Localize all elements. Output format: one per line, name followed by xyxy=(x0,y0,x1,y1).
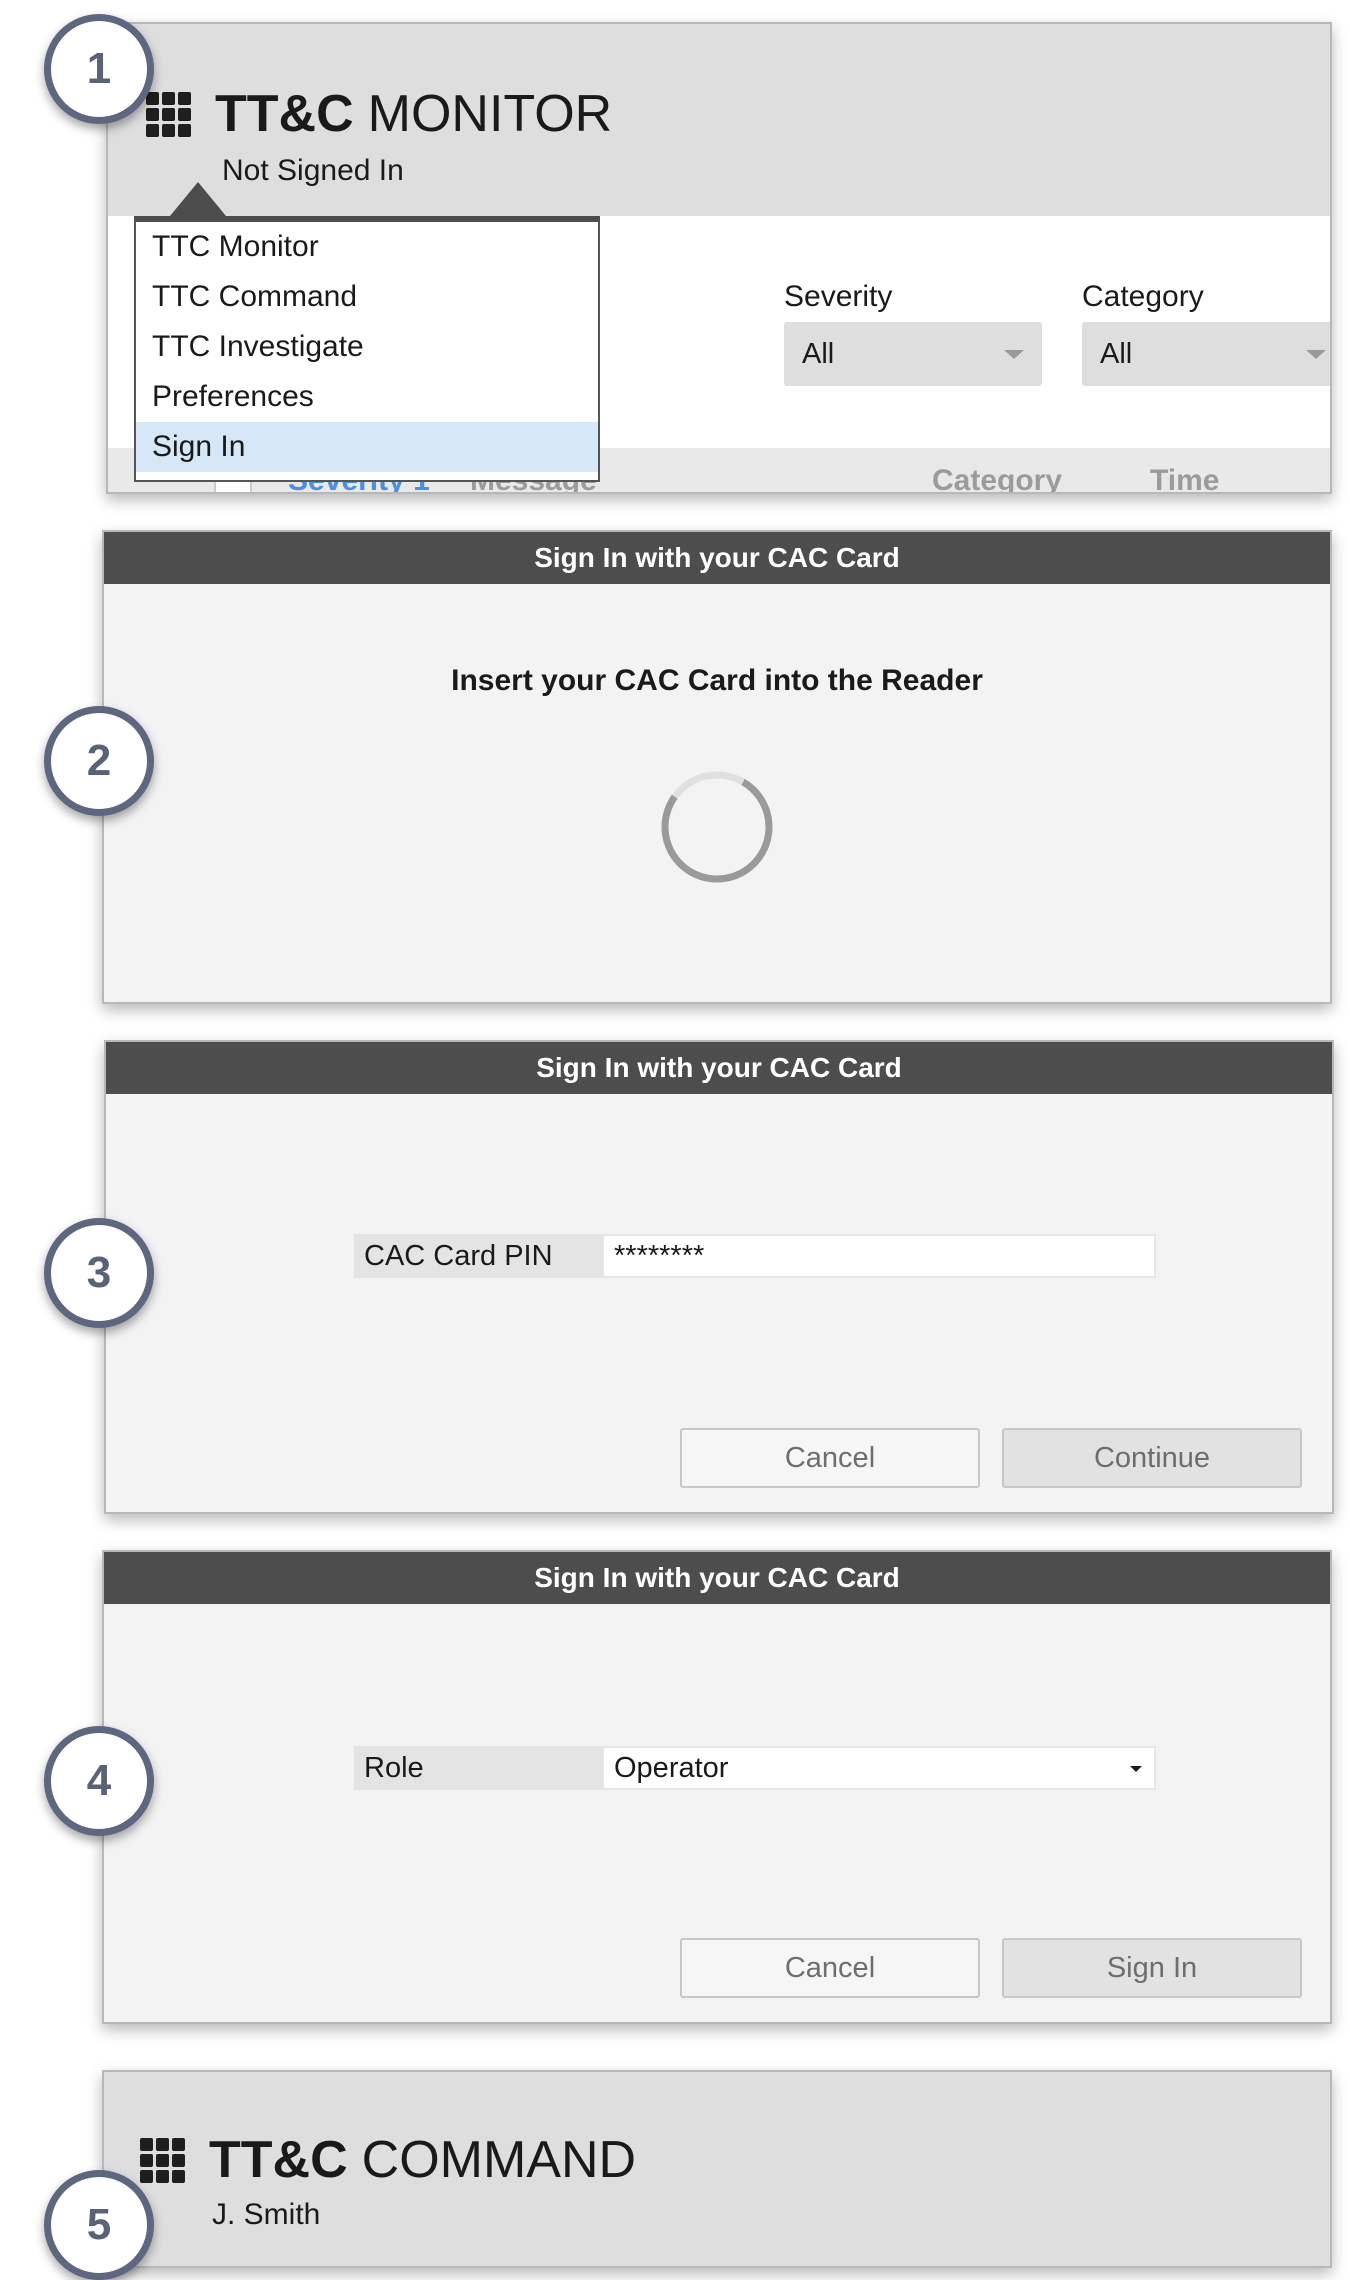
dialog-title: Sign In with your CAC Card xyxy=(104,1552,1330,1604)
pin-field-label: CAC Card PIN xyxy=(354,1234,604,1278)
category-select-value: All xyxy=(1100,337,1133,370)
chevron-down-icon xyxy=(1004,350,1024,359)
menu-item-preferences[interactable]: Preferences xyxy=(136,372,598,422)
category-filter-label: Category xyxy=(1082,280,1204,313)
step-badge-2: 2 xyxy=(44,706,154,816)
step-badge-3: 3 xyxy=(44,1218,154,1328)
user-status: Not Signed In xyxy=(222,154,404,187)
step-badge-1: 1 xyxy=(44,14,154,124)
chevron-down-icon xyxy=(1306,350,1326,359)
severity-select[interactable]: All xyxy=(784,322,1042,386)
insert-card-instruction: Insert your CAC Card into the Reader xyxy=(451,664,983,697)
menu-item-ttc-command[interactable]: TTC Command xyxy=(136,272,598,322)
role-select-value: Operator xyxy=(614,1751,729,1784)
app-title[interactable]: TT&C MONITOR xyxy=(146,84,612,144)
severity-select-value: All xyxy=(802,337,835,370)
menu-item-ttc-monitor[interactable]: TTC Monitor xyxy=(136,222,598,272)
pin-dialog: Sign In with your CAC Card CAC Card PIN … xyxy=(104,1040,1334,1514)
step-badge-5: 5 xyxy=(44,2170,154,2280)
pin-field[interactable]: ******** xyxy=(602,1234,1156,1278)
insert-card-dialog: Sign In with your CAC Card Insert your C… xyxy=(102,530,1332,1004)
column-header-category[interactable]: Category xyxy=(932,464,1062,492)
continue-button[interactable]: Continue xyxy=(1002,1428,1302,1488)
monitor-screen-panel: TT&C MONITOR Not Signed In Severity All … xyxy=(106,22,1332,494)
command-screen-panel: TT&C COMMAND J. Smith xyxy=(102,2070,1332,2268)
dialog-title: Sign In with your CAC Card xyxy=(106,1042,1332,1094)
cancel-button[interactable]: Cancel xyxy=(680,1428,980,1488)
role-field-label: Role xyxy=(354,1746,604,1790)
role-select[interactable]: Operator xyxy=(602,1746,1156,1790)
column-header-time[interactable]: Time xyxy=(1150,464,1219,492)
menu-item-ttc-investigate[interactable]: TTC Investigate xyxy=(136,322,598,372)
role-dialog: Sign In with your CAC Card Role Operator… xyxy=(102,1550,1332,2024)
severity-filter-label: Severity xyxy=(784,280,893,313)
app-brand: TT&C xyxy=(209,2131,348,2189)
app-grid-icon[interactable] xyxy=(146,91,191,137)
chevron-down-icon xyxy=(1130,1766,1142,1772)
app-grid-icon[interactable] xyxy=(140,2137,185,2183)
sign-in-button[interactable]: Sign In xyxy=(1002,1938,1302,1998)
app-brand: TT&C xyxy=(215,85,354,143)
cancel-button[interactable]: Cancel xyxy=(680,1938,980,1998)
menu-pointer-arrow xyxy=(170,182,226,216)
app-switcher-menu: TTC Monitor TTC Command TTC Investigate … xyxy=(134,216,600,482)
step-badge-4: 4 xyxy=(44,1726,154,1836)
app-title[interactable]: TT&C COMMAND xyxy=(140,2130,636,2190)
app-name: COMMAND xyxy=(361,2131,637,2189)
dialog-title: Sign In with your CAC Card xyxy=(104,532,1330,584)
menu-item-sign-in[interactable]: Sign In xyxy=(136,422,598,472)
loading-spinner-icon xyxy=(661,771,773,883)
category-select[interactable]: All xyxy=(1082,322,1330,386)
app-name: MONITOR xyxy=(367,85,613,143)
signed-in-user-name: J. Smith xyxy=(212,2198,321,2231)
